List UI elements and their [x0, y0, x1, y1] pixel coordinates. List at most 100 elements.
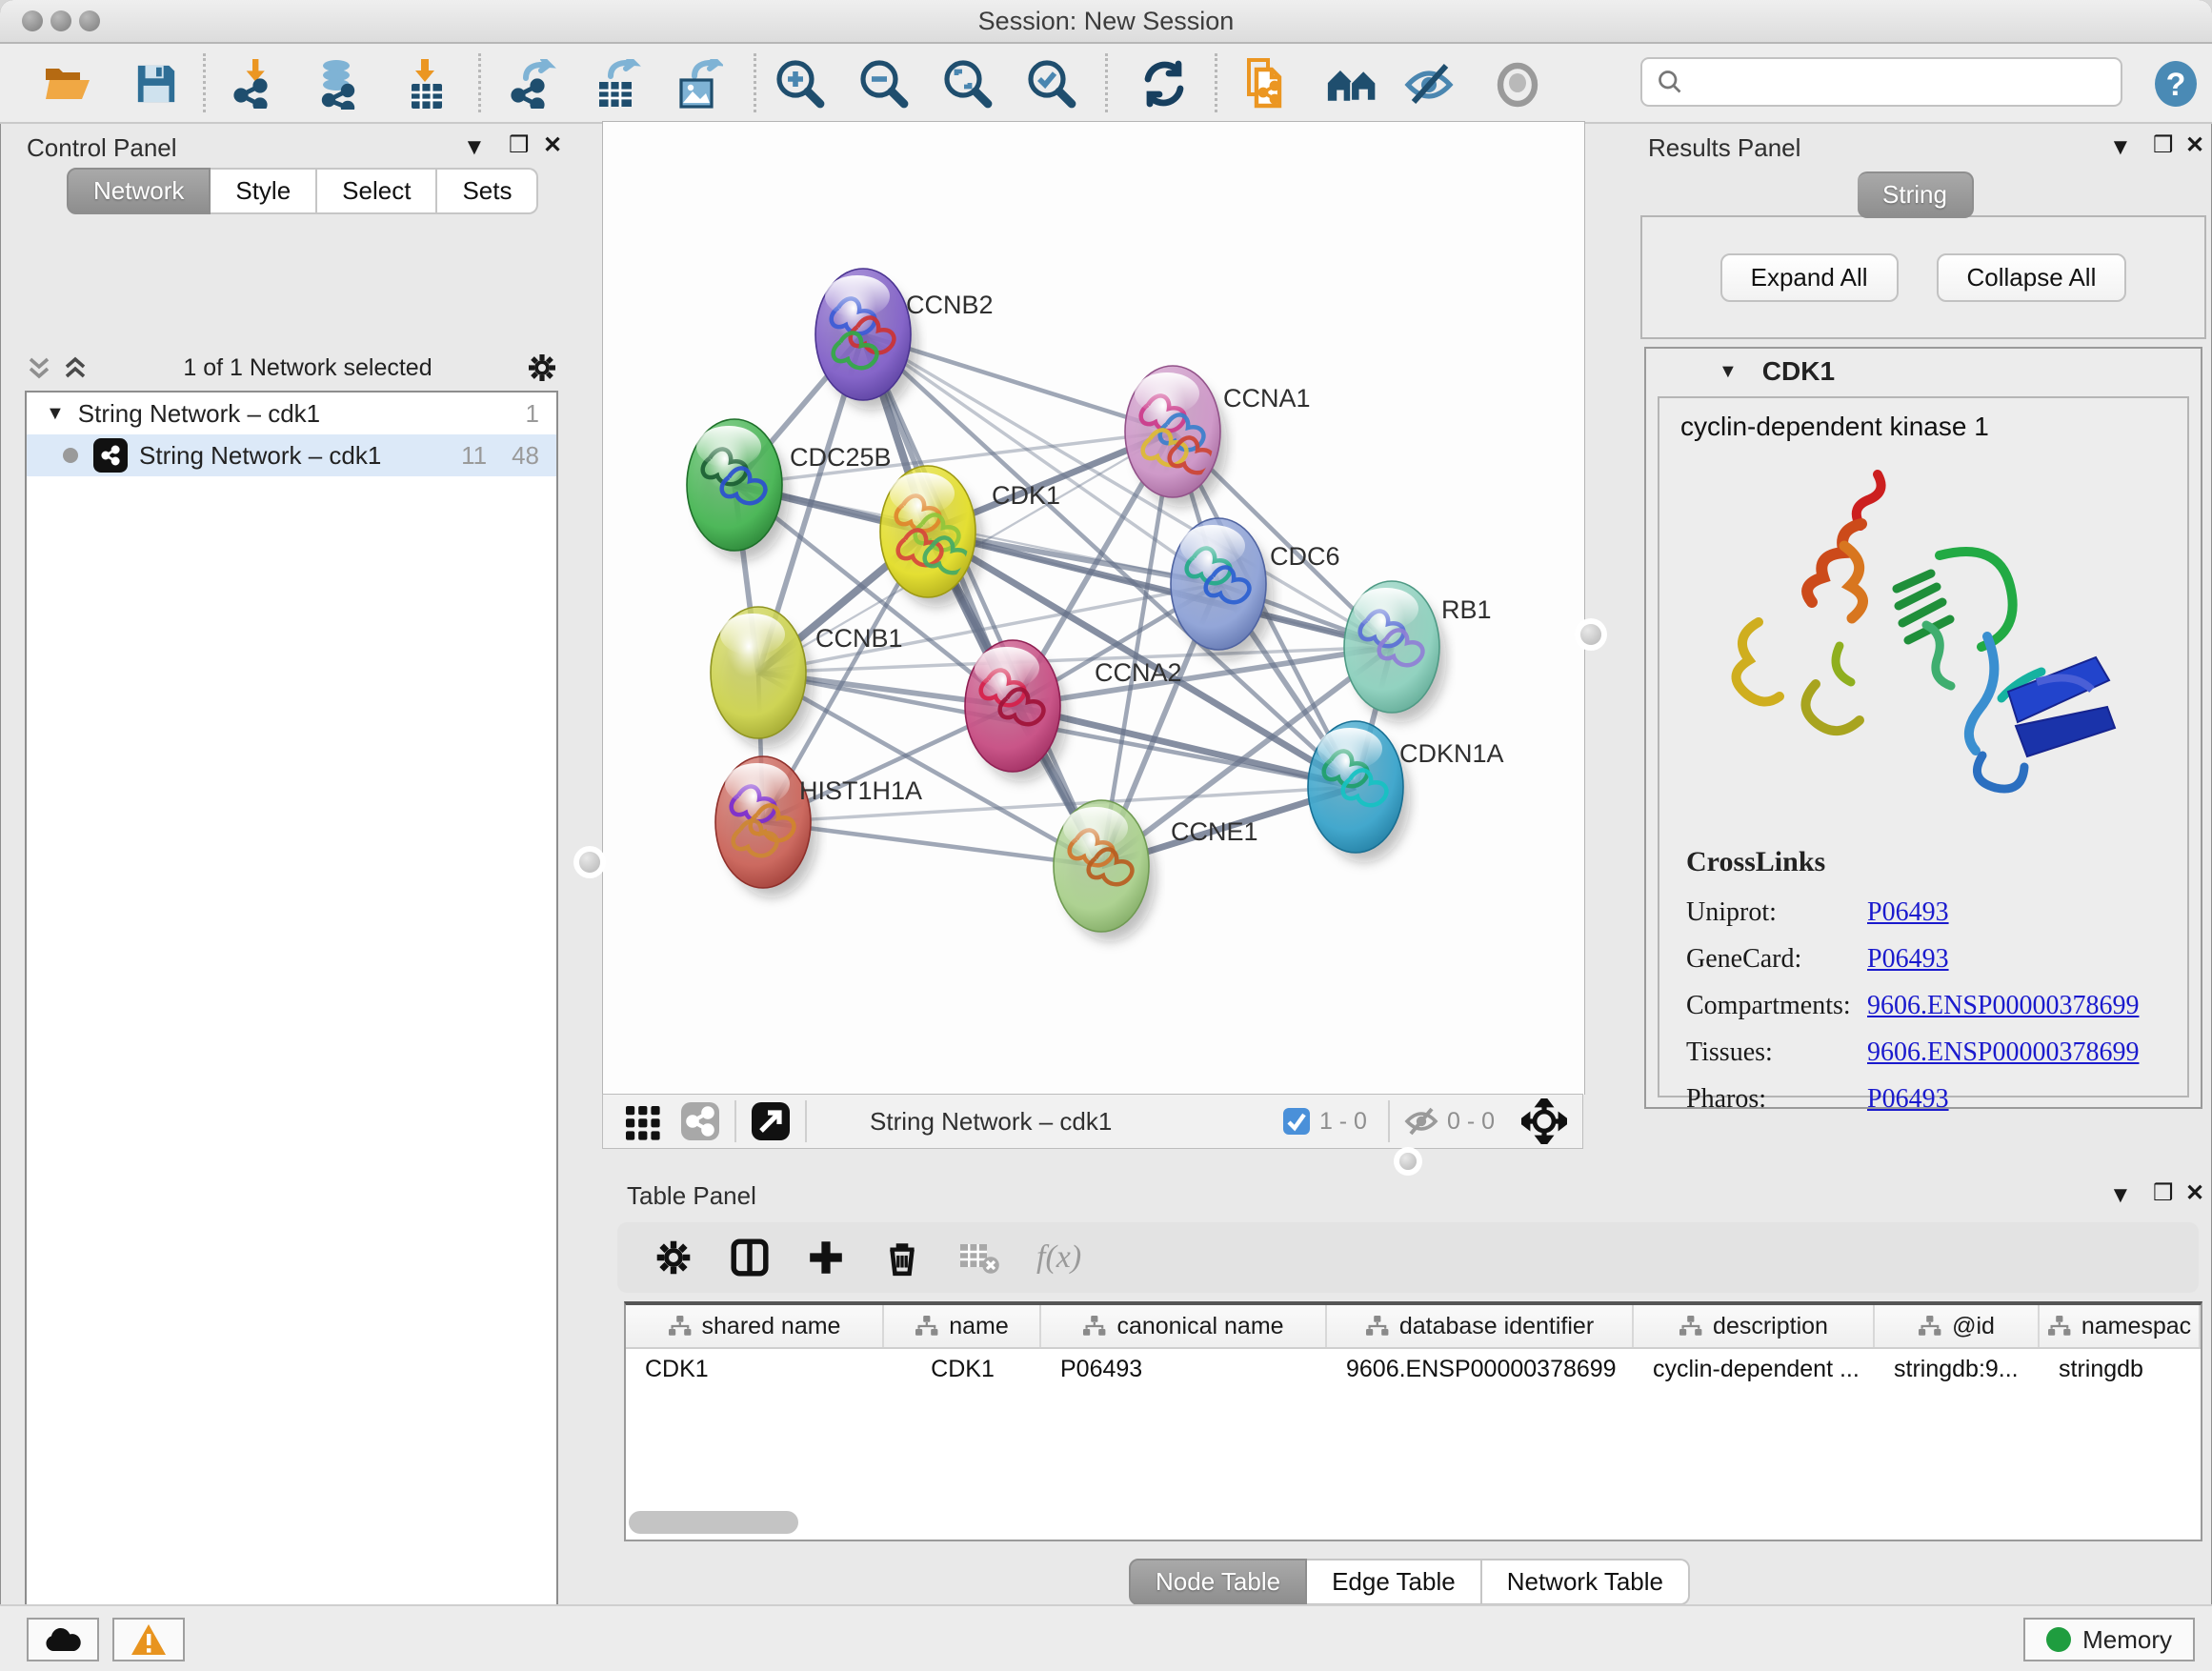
import-network-file-icon[interactable]	[228, 57, 281, 111]
crosslink-link[interactable]: 9606.ENSP00000378699	[1867, 1037, 2139, 1068]
memory-button[interactable]: Memory	[2023, 1618, 2195, 1661]
zoom-out-icon[interactable]	[857, 57, 911, 111]
panel-menu-icon[interactable]: ▼	[2109, 1181, 2132, 1210]
export-table-icon[interactable]	[590, 57, 643, 111]
expand-all-button[interactable]: Expand All	[1720, 253, 1899, 302]
search-field[interactable]	[1640, 57, 2122, 107]
panel-menu-icon[interactable]: ▼	[2109, 133, 2132, 162]
horizontal-splitter-handle[interactable]	[1399, 1153, 1417, 1170]
tab-network-table[interactable]: Network Table	[1482, 1559, 1690, 1605]
network-list-header: 1 of 1 Network selected	[25, 347, 558, 389]
selected-checkbox-icon[interactable]	[1281, 1106, 1312, 1137]
zoom-fit-icon[interactable]	[941, 57, 995, 111]
hide-selected-icon[interactable]	[1403, 57, 1457, 111]
section-collapse-icon[interactable]: ▼	[1719, 361, 1738, 383]
table-header-namespac[interactable]: namespac	[2040, 1305, 2201, 1347]
network-node-HIST1H1A[interactable]: HIST1H1A	[715, 756, 922, 897]
table-header-description[interactable]: description	[1634, 1305, 1875, 1347]
table-cell[interactable]: stringdb:9...	[1875, 1349, 2040, 1389]
create-column-icon[interactable]	[806, 1238, 846, 1278]
table-hscrollbar[interactable]	[629, 1511, 968, 1536]
network-node-CDC25B[interactable]: CDC25B	[687, 419, 892, 560]
zoom-selected-icon[interactable]	[1025, 57, 1078, 111]
crosslink-link[interactable]: 9606.ENSP00000378699	[1867, 991, 2139, 1021]
tree-expand-icon[interactable]: ▼	[46, 403, 65, 425]
network-node-CDK1[interactable]: CDK1	[880, 466, 1060, 607]
panel-close-icon[interactable]: ✕	[2185, 131, 2204, 160]
collapse-all-networks-icon[interactable]	[25, 353, 53, 382]
panel-float-icon[interactable]: ❒	[2153, 131, 2174, 160]
toolbar-separator	[1215, 53, 1217, 112]
crosslink-link[interactable]: P06493	[1867, 897, 1949, 928]
network-canvas[interactable]: CCNB2CCNA1CDC25BCDK1CDC6RB1CCNB1CCNA2CDK…	[602, 121, 1585, 1095]
share-view-icon[interactable]	[679, 1100, 721, 1142]
tab-network[interactable]: Network	[67, 168, 211, 214]
network-tree-child-row[interactable]: String Network – cdk1 11 48	[27, 434, 556, 476]
panel-float-icon[interactable]: ❒	[2153, 1179, 2174, 1208]
refresh-layout-icon[interactable]	[1137, 57, 1191, 111]
tab-node-table[interactable]: Node Table	[1129, 1559, 1307, 1605]
pan-crosshair-icon[interactable]	[1521, 1098, 1567, 1144]
table-header-name[interactable]: name	[884, 1305, 1041, 1347]
network-options-gear-icon[interactable]	[526, 352, 558, 384]
warnings-button[interactable]	[112, 1618, 185, 1661]
open-view-icon[interactable]	[750, 1100, 792, 1142]
table-header-shared-name[interactable]: shared name	[626, 1305, 884, 1347]
table-header-database-identifier[interactable]: database identifier	[1327, 1305, 1634, 1347]
open-session-icon[interactable]	[42, 57, 95, 111]
show-columns-icon[interactable]	[730, 1238, 770, 1278]
export-network-icon[interactable]	[505, 57, 558, 111]
network-node-RB1[interactable]: RB1	[1344, 581, 1492, 722]
scrollbar-thumb[interactable]	[629, 1511, 798, 1534]
show-all-icon[interactable]	[1492, 57, 1545, 111]
vertical-splitter-handle[interactable]	[1580, 624, 1601, 645]
cloud-status-button[interactable]	[27, 1618, 99, 1661]
network-view-toolbar: String Network – cdk1 1 - 0 0 - 0	[602, 1094, 1583, 1149]
search-input[interactable]	[1684, 68, 2088, 97]
help-icon[interactable]: ?	[2149, 57, 2202, 111]
export-image-icon[interactable]	[672, 57, 725, 111]
table-cell[interactable]: P06493	[1041, 1349, 1327, 1389]
tab-string[interactable]: String	[1858, 171, 1974, 218]
duplicate-network-icon[interactable]	[1240, 57, 1294, 111]
gene-section-header[interactable]: ▼ CDK1	[1646, 349, 2201, 394]
panel-menu-icon[interactable]: ▼	[463, 133, 486, 162]
network-graph[interactable]: CCNB2CCNA1CDC25BCDK1CDC6RB1CCNB1CCNA2CDK…	[603, 122, 1584, 1095]
network-node-CCNB2[interactable]: CCNB2	[815, 269, 994, 410]
table-cell[interactable]: stringdb	[2040, 1349, 2201, 1389]
tab-edge-table[interactable]: Edge Table	[1307, 1559, 1482, 1605]
control-panel: Control Panel ▼ ❒ ✕ NetworkStyleSelectSe…	[0, 122, 583, 1597]
node-label-CDC6: CDC6	[1270, 542, 1340, 571]
network-node-CCNE1[interactable]: CCNE1	[1054, 800, 1258, 941]
import-network-database-icon[interactable]	[312, 57, 366, 111]
table-cell[interactable]: 9606.ENSP00000378699	[1327, 1349, 1634, 1389]
delete-column-icon[interactable]	[882, 1238, 922, 1278]
crosslink-link[interactable]: P06493	[1867, 944, 1949, 975]
table-options-gear-icon[interactable]	[654, 1238, 694, 1278]
table-cell[interactable]: CDK1	[626, 1349, 884, 1389]
table-header-canonical-name[interactable]: canonical name	[1041, 1305, 1327, 1347]
network-tree-root-row[interactable]: ▼ String Network – cdk1 1	[27, 393, 556, 434]
grid-view-icon[interactable]	[624, 1102, 662, 1140]
save-session-icon[interactable]	[130, 57, 183, 111]
vertical-splitter-handle[interactable]	[579, 852, 600, 873]
crosslink-link[interactable]: P06493	[1867, 1084, 1949, 1115]
first-neighbors-icon[interactable]	[1326, 57, 1379, 111]
panel-close-icon[interactable]: ✕	[543, 131, 562, 160]
tab-sets[interactable]: Sets	[437, 168, 538, 214]
expand-all-networks-icon[interactable]	[61, 353, 90, 382]
tab-select[interactable]: Select	[317, 168, 437, 214]
collapse-all-button[interactable]: Collapse All	[1937, 253, 2127, 302]
zoom-in-icon[interactable]	[774, 57, 827, 111]
table-cell[interactable]: cyclin-dependent ...	[1634, 1349, 1875, 1389]
network-node-CDKN1A[interactable]: CDKN1A	[1308, 721, 1504, 862]
network-node-CCNA1[interactable]: CCNA1	[1125, 366, 1311, 507]
tab-style[interactable]: Style	[211, 168, 317, 214]
network-node-CDC6[interactable]: CDC6	[1171, 518, 1340, 659]
table-cell[interactable]: CDK1	[884, 1349, 1041, 1389]
panel-close-icon[interactable]: ✕	[2185, 1179, 2204, 1208]
table-row[interactable]: CDK1CDK1P064939606.ENSP00000378699cyclin…	[626, 1349, 2201, 1389]
table-header-@id[interactable]: @id	[1875, 1305, 2040, 1347]
panel-float-icon[interactable]: ❒	[509, 131, 530, 160]
import-table-icon[interactable]	[400, 57, 453, 111]
